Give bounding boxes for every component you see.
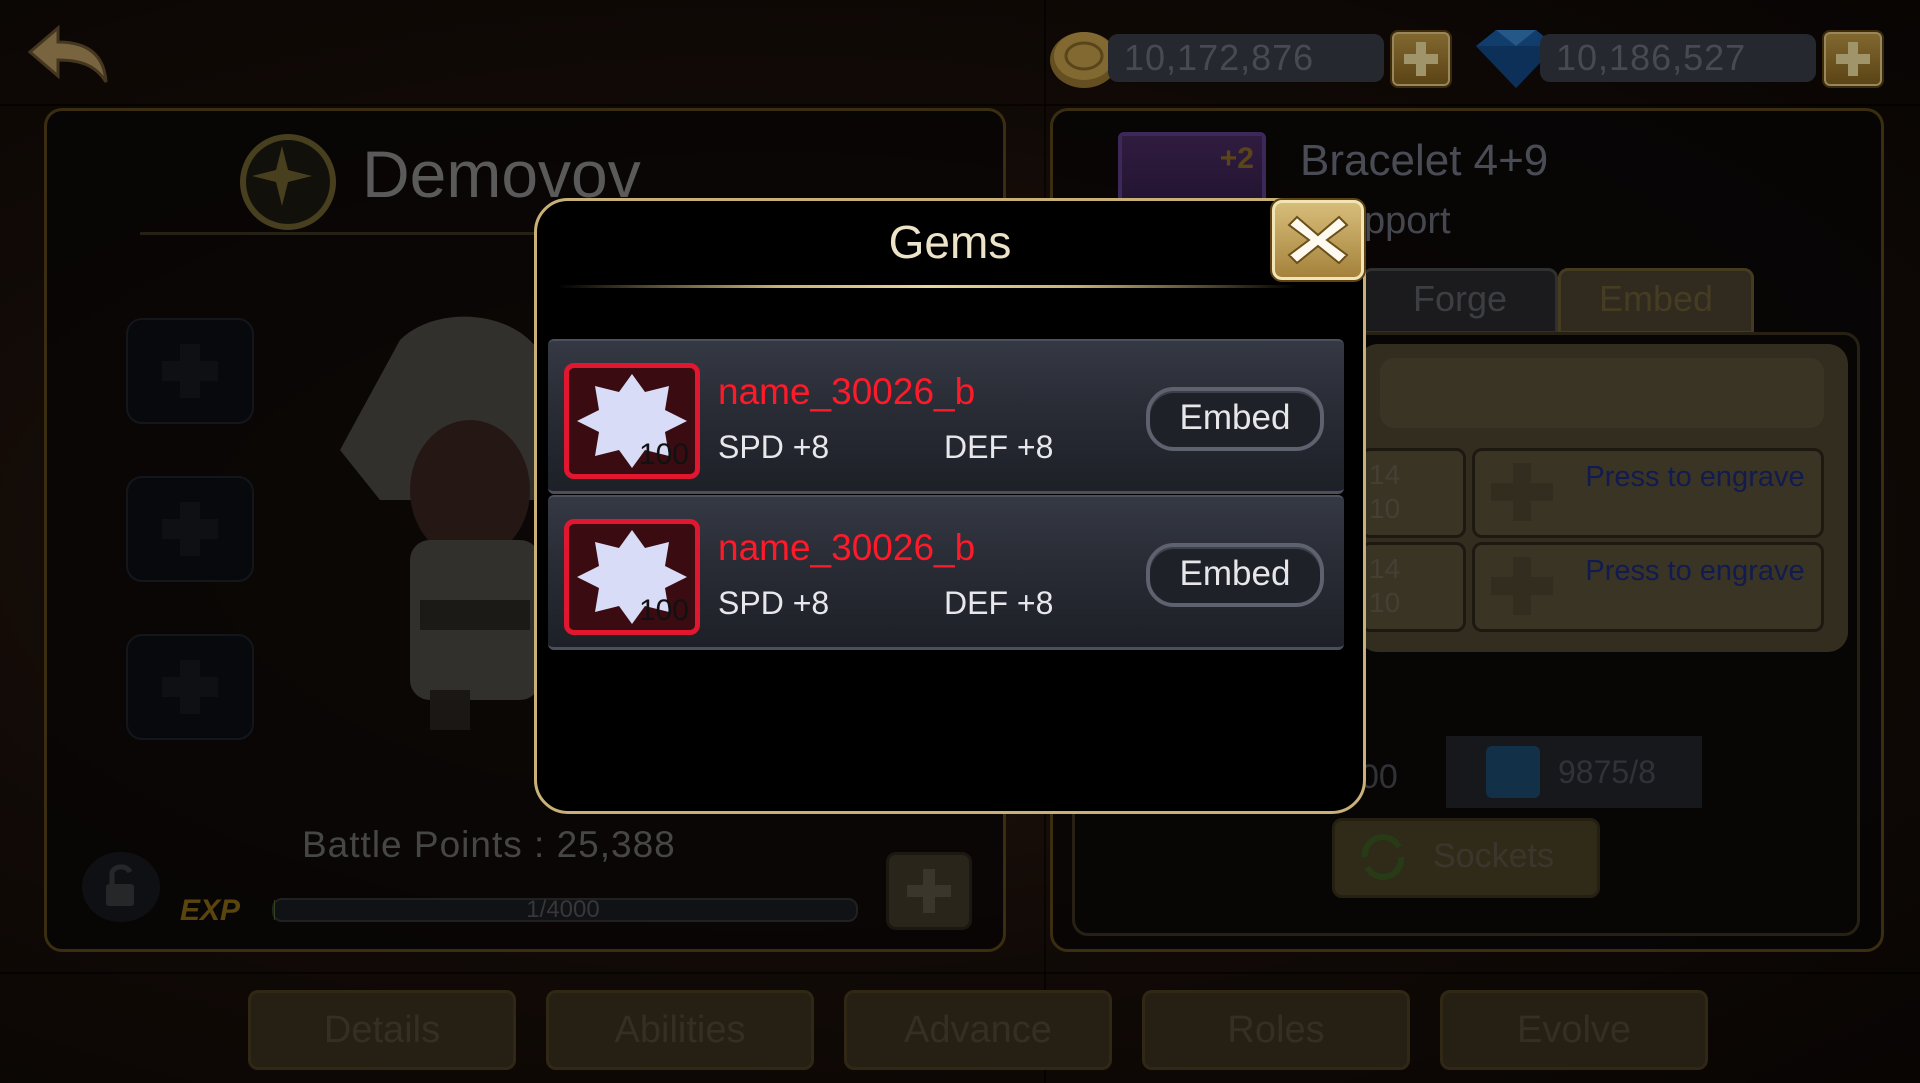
gem-list-item: 100 name_30026_b SPD +8 DEF +8 Embed bbox=[548, 495, 1344, 650]
modal-divider bbox=[557, 285, 1297, 288]
embed-button[interactable]: Embed bbox=[1146, 387, 1324, 451]
gem-stat-spd: SPD +8 bbox=[718, 429, 830, 465]
close-icon bbox=[1287, 215, 1349, 265]
embed-button[interactable]: Embed bbox=[1146, 543, 1324, 607]
gem-stat-def: DEF +8 bbox=[944, 429, 1054, 465]
gems-modal: Gems 100 name_30026_b SPD +8 DEF +8 Embe… bbox=[534, 198, 1366, 814]
close-button[interactable] bbox=[1272, 200, 1364, 280]
gem-icon-frame: 100 bbox=[564, 363, 700, 479]
gem-name: name_30026_b bbox=[718, 371, 976, 412]
gem-list-item: 100 name_30026_b SPD +8 DEF +8 Embed bbox=[548, 339, 1344, 494]
gem-stat-spd: SPD +8 bbox=[718, 585, 830, 621]
gem-icon-frame: 100 bbox=[564, 519, 700, 635]
modal-title: Gems bbox=[888, 216, 1012, 268]
gem-name: name_30026_b bbox=[718, 527, 976, 568]
gem-stat-def: DEF +8 bbox=[944, 585, 1054, 621]
gem-level: 100 bbox=[638, 594, 689, 627]
gem-level: 100 bbox=[638, 438, 689, 471]
